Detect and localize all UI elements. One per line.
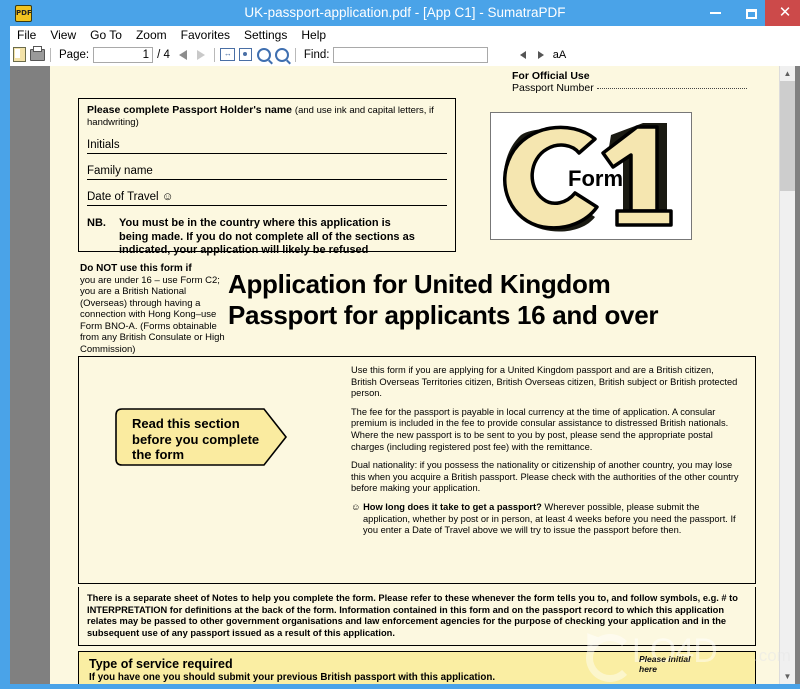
svg-text:Form: Form: [568, 166, 623, 191]
instructions-text-column: Use this form if you are applying for a …: [351, 365, 741, 544]
menu-goto[interactable]: Go To: [83, 26, 129, 44]
nb-label: NB.: [87, 217, 106, 229]
pdf-viewer-canvas[interactable]: For Official Use Passport Number Please …: [10, 66, 800, 684]
question-bold: How long does it take to get a passport?: [363, 501, 542, 512]
zoom-out-icon[interactable]: [255, 44, 273, 66]
match-case-label: aA: [552, 49, 567, 61]
menu-favorites[interactable]: Favorites: [174, 26, 237, 44]
find-input[interactable]: [333, 47, 489, 63]
minimize-icon: [709, 11, 721, 14]
match-case-icon[interactable]: aA: [550, 44, 568, 66]
passport-holder-name-box: Please complete Passport Holder's name (…: [78, 98, 456, 256]
page-title-line-1: Application for United Kingdom: [228, 269, 611, 299]
scrollbar-thumb[interactable]: [780, 81, 795, 191]
read-section-callout: Read this section before you complete th…: [114, 407, 289, 467]
instructions-box: Read this section before you complete th…: [78, 356, 756, 584]
menu-bar: File View Go To Zoom Favorites Settings …: [10, 26, 800, 45]
minimize-button[interactable]: [697, 0, 733, 26]
pdf-page-1: For Official Use Passport Number Please …: [50, 66, 780, 684]
name-box-heading-bold: Please complete Passport Holder's name: [87, 104, 292, 116]
instructions-paragraph-1: Use this form if you are applying for a …: [351, 365, 738, 399]
instructions-paragraph-3: Dual nationality: if you possess the nat…: [351, 460, 739, 494]
do-not-use-body: you are under 16 – use Form C2; you are …: [80, 274, 225, 355]
passport-number-dotted-line: [596, 88, 747, 89]
field-family-name[interactable]: Family name: [87, 165, 447, 180]
arrow-left-icon[interactable]: [174, 44, 192, 66]
page-title-line-2: Passport for applicants 16 and over: [228, 300, 659, 330]
title-bar: PDF UK-passport-application.pdf - [App C…: [5, 0, 800, 26]
scroll-up-icon[interactable]: ▲: [780, 66, 795, 81]
toolbar-divider-1: [50, 48, 51, 62]
scroll-down-icon[interactable]: ▼: [780, 669, 795, 684]
please-initial-here-label: Please initial here: [639, 654, 691, 674]
official-use-title: For Official Use: [512, 70, 590, 82]
print-icon[interactable]: [28, 44, 46, 66]
smiley-icon: ☺: [351, 501, 361, 512]
sumatrapdf-window: PDF UK-passport-application.pdf - [App C…: [0, 0, 800, 689]
find-label: Find:: [303, 49, 330, 61]
open-document-icon[interactable]: [10, 44, 28, 66]
do-not-use-heading: Do NOT use this form if: [80, 263, 192, 274]
window-title: UK-passport-application.pdf - [App C1] -…: [244, 5, 566, 20]
page-title: Application for United Kingdom Passport …: [228, 269, 708, 331]
zoom-in-icon[interactable]: [273, 44, 291, 66]
field-initials[interactable]: Initials: [87, 139, 447, 154]
page-label: Page:: [59, 49, 90, 61]
maximize-icon: [745, 8, 757, 19]
callout-text: Read this section before you complete th…: [132, 416, 260, 462]
do-not-use-block: Do NOT use this form if you are under 16…: [80, 263, 230, 355]
menu-settings[interactable]: Settings: [237, 26, 294, 44]
form-c1-logo: Form: [490, 112, 692, 240]
official-use-block: For Official Use Passport Number: [512, 70, 762, 94]
page-number-input[interactable]: 1: [93, 47, 154, 63]
arrow-right-icon[interactable]: [192, 44, 210, 66]
menu-view[interactable]: View: [43, 26, 83, 44]
question-paragraph: ☺ How long does it take to get a passpor…: [351, 501, 741, 537]
notes-block: There is a separate sheet of Notes to he…: [78, 587, 756, 647]
close-icon: ✕: [778, 4, 792, 21]
fit-page-icon[interactable]: [237, 44, 255, 66]
maximize-button[interactable]: [733, 0, 769, 26]
page-total-label: / 4: [157, 49, 170, 61]
toolbar: Page: 1 / 4 ↔ Find: aA: [10, 44, 800, 67]
passport-number-label: Passport Number: [512, 82, 594, 94]
menu-zoom[interactable]: Zoom: [129, 26, 174, 44]
toolbar-divider-2: [213, 48, 215, 62]
fit-width-icon[interactable]: ↔: [219, 44, 237, 66]
toolbar-divider-3: [294, 48, 296, 62]
vertical-scrollbar[interactable]: ▲ ▼: [779, 66, 795, 684]
find-previous-icon[interactable]: [514, 44, 532, 66]
instructions-paragraph-2: The fee for the passport is payable in l…: [351, 406, 729, 452]
find-next-icon[interactable]: [532, 44, 550, 66]
close-button[interactable]: ✕: [765, 0, 800, 26]
field-date-of-travel[interactable]: Date of Travel ☺: [87, 191, 447, 206]
c1-logo-graphic: Form: [502, 123, 673, 232]
menu-file[interactable]: File: [10, 26, 43, 44]
menu-help[interactable]: Help: [294, 26, 333, 44]
nb-text: You must be in the country where this ap…: [119, 217, 415, 256]
